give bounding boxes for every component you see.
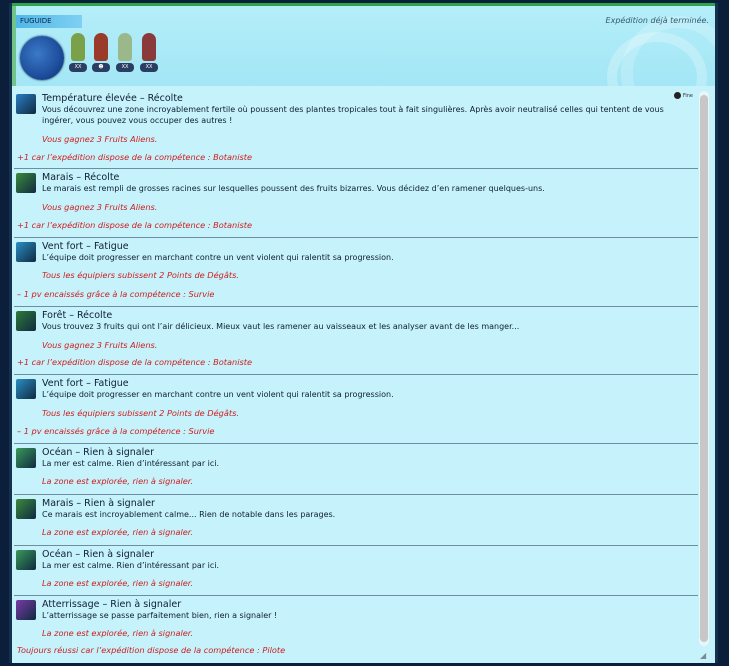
event-title: Vent fort – Fatigue <box>42 378 129 389</box>
event-description: La mer est calme. Rien d’intéressant par… <box>42 560 694 571</box>
event-bonus: +1 car l’expédition dispose de la compét… <box>17 152 252 162</box>
event-description: Vous découvrez une zone incroyablement f… <box>42 104 694 126</box>
ocean-icon <box>16 550 36 570</box>
event-description: Ce marais est incroyablement calme... Ri… <box>42 509 694 520</box>
event-entry: Vent fort – Fatigue L’équipe doit progre… <box>14 238 698 307</box>
event-bonus: +1 car l’expédition dispose de la compét… <box>17 357 252 367</box>
wind-icon <box>16 242 36 262</box>
expedition-header: FUGUIDE Expédition déjà terminée. XX ☻ X… <box>12 6 715 86</box>
event-entry: Température élevée – Récolte Fine Vous d… <box>14 90 698 169</box>
event-title: Marais – Rien à signaler <box>42 498 155 509</box>
resize-grip-icon[interactable]: ◢ <box>700 651 710 661</box>
event-title: Marais – Récolte <box>42 172 119 183</box>
event-entry: Forêt – Récolte Vous trouvez 3 fruits qu… <box>14 307 698 375</box>
event-title: Océan – Rien à signaler <box>42 549 154 560</box>
crew-avatar-icon <box>118 33 132 61</box>
event-title: Vent fort – Fatigue <box>42 241 129 252</box>
crew-badge: XX <box>69 63 87 72</box>
forest-icon <box>16 311 36 331</box>
event-result: La zone est explorée, rien à signaler. <box>42 527 193 537</box>
event-result: Tous les équipiers subissent 2 Points de… <box>42 408 239 418</box>
event-title: Température élevée – Récolte <box>42 93 183 104</box>
event-title: Atterrissage – Rien à signaler <box>42 599 181 610</box>
expedition-window: FUGUIDE Expédition déjà terminée. XX ☻ X… <box>9 3 718 663</box>
scrollbar-thumb[interactable] <box>700 95 708 642</box>
event-entry: Marais – Rien à signaler Ce marais est i… <box>14 495 698 546</box>
event-bonus: +1 car l’expédition dispose de la compét… <box>17 220 252 230</box>
planet-icon <box>20 36 64 80</box>
event-entry: Marais – Récolte Le marais est rempli de… <box>14 169 698 238</box>
event-entry: Vent fort – Fatigue L’équipe doit progre… <box>14 375 698 444</box>
event-bonus: Toujours réussi car l’expédition dispose… <box>17 645 285 655</box>
crew-avatar-icon <box>94 33 108 61</box>
event-result: Vous gagnez 3 Fruits Aliens. <box>42 202 157 212</box>
fine-weather-indicator: Fine <box>674 92 693 99</box>
crew-badge: XX <box>140 63 158 72</box>
crew-badge: XX <box>116 63 134 72</box>
heat-icon <box>16 94 36 114</box>
event-entry: Océan – Rien à signaler La mer est calme… <box>14 444 698 495</box>
event-result: La zone est explorée, rien à signaler. <box>42 476 193 486</box>
event-entry: Atterrissage – Rien à signaler L’atterri… <box>14 596 698 658</box>
crew-avatar-icon <box>71 33 85 61</box>
event-entry: Océan – Rien à signaler La mer est calme… <box>14 546 698 596</box>
crew-avatar-icon <box>142 33 156 61</box>
event-description: L’équipe doit progresser en marchant con… <box>42 389 694 400</box>
fine-label: Fine <box>683 93 693 99</box>
event-result: Vous gagnez 3 Fruits Aliens. <box>42 134 157 144</box>
crew-member[interactable]: ☻ <box>90 33 112 72</box>
event-result: La zone est explorée, rien à signaler. <box>42 628 193 638</box>
expedition-status: Expédition déjà terminée. <box>606 16 709 25</box>
event-description: L’équipe doit progresser en marchant con… <box>42 252 694 263</box>
ocean-icon <box>16 448 36 468</box>
event-result: La zone est explorée, rien à signaler. <box>42 578 193 588</box>
event-result: Tous les équipiers subissent 2 Points de… <box>42 270 239 280</box>
event-bonus: – 1 pv encaissés grâce à la compétence :… <box>17 426 214 436</box>
crew-badge: ☻ <box>92 63 110 72</box>
event-title: Forêt – Récolte <box>42 310 112 321</box>
planet-name: FUGUIDE <box>16 15 82 28</box>
crew-member[interactable]: XX <box>114 33 136 72</box>
landing-icon <box>16 600 36 620</box>
crew-member[interactable]: XX <box>138 33 160 72</box>
wind-icon <box>16 379 36 399</box>
event-result: Vous gagnez 3 Fruits Aliens. <box>42 340 157 350</box>
event-description: La mer est calme. Rien d’intéressant par… <box>42 458 694 469</box>
event-description: Le marais est rempli de grosses racines … <box>42 183 694 194</box>
event-description: L’atterrissage se passe parfaitement bie… <box>42 610 694 621</box>
swamp-icon <box>16 173 36 193</box>
weather-icon <box>674 92 681 99</box>
scrollbar-track[interactable] <box>699 91 709 646</box>
event-bonus: – 1 pv encaissés grâce à la compétence :… <box>17 289 214 299</box>
event-description: Vous trouvez 3 fruits qui ont l’air déli… <box>42 321 694 332</box>
event-title: Océan – Rien à signaler <box>42 447 154 458</box>
swamp-icon <box>16 499 36 519</box>
crew-member[interactable]: XX <box>67 33 89 72</box>
